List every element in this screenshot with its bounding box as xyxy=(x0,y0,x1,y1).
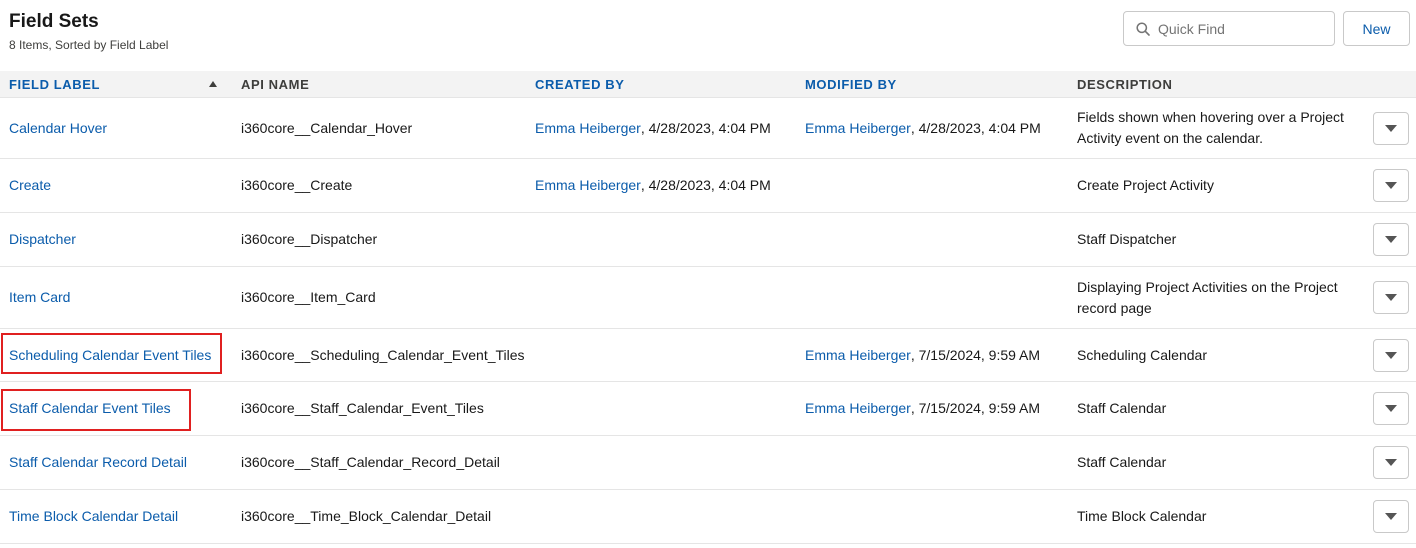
column-header-field-label[interactable]: FIELD LABEL xyxy=(9,71,100,98)
row-action-button[interactable] xyxy=(1373,339,1409,372)
column-header-api-name: API NAME xyxy=(241,77,310,92)
field-set-label-link[interactable]: Item Card xyxy=(9,287,70,308)
table-row: Scheduling Calendar Event Tiles i360core… xyxy=(0,329,1416,382)
api-name: i360core__Scheduling_Calendar_Event_Tile… xyxy=(241,346,525,363)
field-set-label-link[interactable]: Staff Calendar Event Tiles xyxy=(9,398,171,419)
list-summary: 8 Items, Sorted by Field Label xyxy=(9,38,169,52)
sort-ascending-icon xyxy=(209,81,217,87)
column-header-description: DESCRIPTION xyxy=(1077,77,1173,92)
search-icon xyxy=(1136,21,1150,36)
api-name: i360core__Item_Card xyxy=(241,289,376,305)
new-button[interactable]: New xyxy=(1343,11,1410,46)
column-header-created-by[interactable]: CREATED BY xyxy=(535,71,625,98)
row-action-button[interactable] xyxy=(1373,281,1409,314)
api-name: i360core__Time_Block_Calendar_Detail xyxy=(241,508,492,524)
table-row: Dispatcher i360core__Dispatcher Staff Di… xyxy=(0,213,1416,267)
modified-by-user-link[interactable]: Emma Heiberger xyxy=(805,345,911,366)
created-by-user-link[interactable]: Emma Heiberger xyxy=(535,175,641,196)
table-row: Item Card i360core__Item_Card Displaying… xyxy=(0,267,1416,329)
created-date: , 4/28/2023, 4:04 PM xyxy=(640,119,771,136)
api-name: i360core__Staff_Calendar_Event_Tiles xyxy=(241,400,484,416)
description: Staff Calendar xyxy=(1077,454,1167,470)
api-name: i360core__Dispatcher xyxy=(241,231,378,247)
description: Scheduling Calendar xyxy=(1077,346,1207,363)
api-name: i360core__Create xyxy=(241,177,353,193)
field-set-label-link[interactable]: Staff Calendar Record Detail xyxy=(9,452,187,473)
description: Staff Calendar xyxy=(1077,400,1167,416)
table-row: Calendar Hover i360core__Calendar_Hover … xyxy=(0,98,1416,159)
row-action-button[interactable] xyxy=(1373,223,1409,256)
chevron-down-icon xyxy=(1385,458,1397,466)
list-header: Field Sets 8 Items, Sorted by Field Labe… xyxy=(0,0,1416,71)
field-set-label-link[interactable]: Scheduling Calendar Event Tiles xyxy=(9,345,211,366)
chevron-down-icon xyxy=(1385,124,1397,132)
field-set-label-link[interactable]: Calendar Hover xyxy=(9,118,107,139)
chevron-down-icon xyxy=(1385,235,1397,243)
row-action-button[interactable] xyxy=(1373,446,1409,479)
api-name: i360core__Calendar_Hover xyxy=(241,119,413,136)
description: Staff Dispatcher xyxy=(1077,231,1177,247)
table-row: Time Block Calendar Detail i360core__Tim… xyxy=(0,490,1416,544)
modified-date: , 7/15/2024, 9:59 AM xyxy=(910,400,1041,416)
modified-by-user-link[interactable]: Emma Heiberger xyxy=(805,398,911,419)
description: Fields shown when hovering over a Projec… xyxy=(1077,109,1344,146)
field-set-label-link[interactable]: Dispatcher xyxy=(9,229,76,250)
description: Create Project Activity xyxy=(1077,177,1214,193)
table-row: Create i360core__Create Emma Heiberger, … xyxy=(0,159,1416,213)
table-row: Staff Calendar Record Detail i360core__S… xyxy=(0,436,1416,490)
row-action-button[interactable] xyxy=(1373,169,1409,202)
chevron-down-icon xyxy=(1385,404,1397,412)
chevron-down-icon xyxy=(1385,351,1397,359)
chevron-down-icon xyxy=(1385,181,1397,189)
field-set-label-link[interactable]: Create xyxy=(9,175,51,196)
modified-date: , 4/28/2023, 4:04 PM xyxy=(910,119,1041,136)
description: Time Block Calendar xyxy=(1077,508,1207,524)
api-name: i360core__Staff_Calendar_Record_Detail xyxy=(241,454,500,470)
created-by-user-link[interactable]: Emma Heiberger xyxy=(535,118,641,139)
description: Displaying Project Activities on the Pro… xyxy=(1077,278,1338,316)
chevron-down-icon xyxy=(1385,293,1397,301)
modified-date: , 7/15/2024, 9:59 AM xyxy=(910,346,1041,363)
row-action-button[interactable] xyxy=(1373,112,1409,145)
modified-by-user-link[interactable]: Emma Heiberger xyxy=(805,118,911,139)
field-set-label-link[interactable]: Time Block Calendar Detail xyxy=(9,506,178,527)
quick-find-input[interactable] xyxy=(1158,20,1328,37)
page-title: Field Sets xyxy=(9,11,99,32)
row-action-button[interactable] xyxy=(1373,392,1409,425)
column-header-modified-by[interactable]: MODIFIED BY xyxy=(805,71,897,98)
chevron-down-icon xyxy=(1385,512,1397,520)
created-date: , 4/28/2023, 4:04 PM xyxy=(640,177,771,193)
table-row: Staff Calendar Event Tiles i360core__Sta… xyxy=(0,382,1416,436)
quick-find-box[interactable] xyxy=(1123,11,1335,46)
row-action-button[interactable] xyxy=(1373,500,1409,533)
